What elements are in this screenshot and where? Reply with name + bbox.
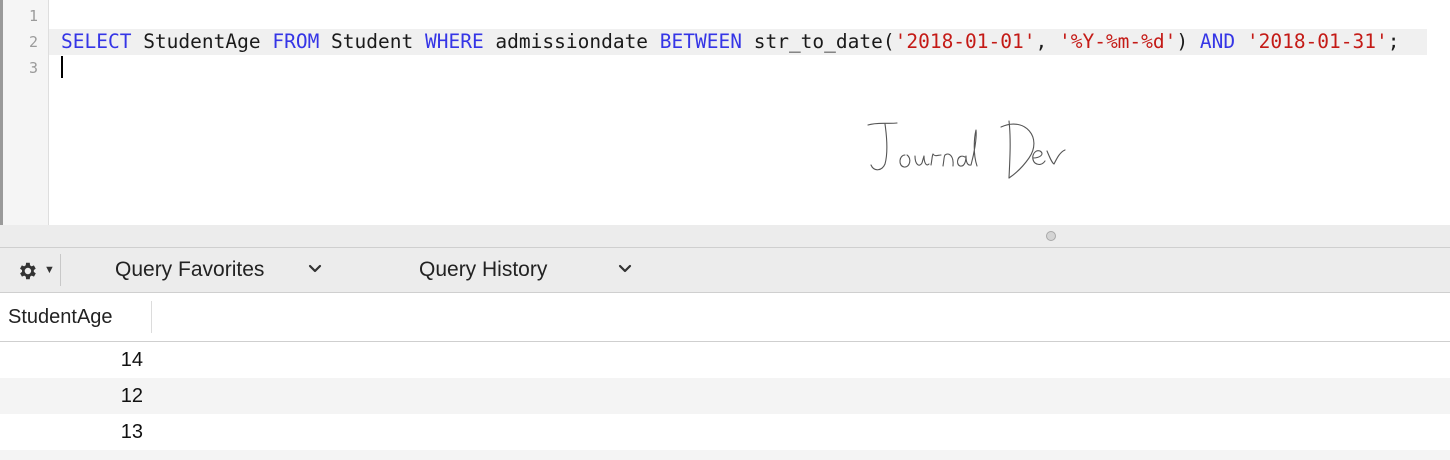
results-toolbar: ▼ Query Favorites Query History bbox=[0, 248, 1450, 293]
gear-menu-button[interactable]: ▼ bbox=[6, 254, 61, 286]
keyword-and: AND bbox=[1199, 30, 1236, 53]
chevron-down-icon[interactable] bbox=[618, 262, 632, 276]
chevron-down-icon[interactable] bbox=[308, 262, 322, 276]
table-cell: 13 bbox=[120, 421, 143, 443]
journaldev-watermark bbox=[865, 118, 1075, 188]
keyword-from: FROM bbox=[272, 30, 320, 53]
string-literal: '%Y-%m-%d' bbox=[1058, 30, 1177, 53]
sql-editor[interactable]: 1 2 3 SELECT StudentAge FROM Student WHE… bbox=[0, 0, 1450, 226]
column-header-studentage[interactable]: StudentAge bbox=[8, 293, 113, 341]
table-row[interactable]: 12 bbox=[0, 378, 1450, 414]
table-cell: 14 bbox=[120, 349, 143, 371]
keyword-select: SELECT bbox=[61, 30, 132, 53]
keyword-between: BETWEEN bbox=[659, 30, 742, 53]
identifier: Student bbox=[319, 30, 425, 53]
identifier: StudentAge bbox=[131, 30, 273, 53]
string-literal: '2018-01-01' bbox=[894, 30, 1036, 53]
splitter-handle[interactable] bbox=[1046, 231, 1056, 241]
punctuation: ) bbox=[1176, 30, 1200, 53]
query-favorites-button[interactable]: Query Favorites bbox=[115, 248, 264, 292]
gear-icon bbox=[20, 262, 36, 280]
caret-down-icon: ▼ bbox=[44, 264, 55, 276]
keyword-where: WHERE bbox=[424, 30, 484, 53]
punctuation: , bbox=[1035, 30, 1059, 53]
text-cursor bbox=[61, 56, 63, 78]
punctuation: ; bbox=[1387, 30, 1400, 53]
line-number: 3 bbox=[28, 59, 38, 77]
line-number-gutter: 1 2 3 bbox=[3, 0, 49, 225]
string-literal: '2018-01-31' bbox=[1246, 30, 1388, 53]
table-row[interactable]: 13 bbox=[0, 414, 1450, 450]
table-cell: 12 bbox=[120, 385, 143, 407]
table-row[interactable]: 14 bbox=[0, 342, 1450, 378]
function-call: str_to_date( bbox=[741, 30, 895, 53]
empty-table-row bbox=[0, 450, 1450, 460]
line-number: 2 bbox=[28, 33, 38, 51]
results-table-header: StudentAge bbox=[0, 293, 1450, 342]
line-number: 1 bbox=[28, 7, 38, 25]
identifier: admissiondate bbox=[483, 30, 660, 53]
query-history-button[interactable]: Query History bbox=[419, 248, 547, 292]
query-text[interactable]: SELECT StudentAge FROM Student WHERE adm… bbox=[61, 29, 1400, 55]
column-divider[interactable] bbox=[151, 301, 152, 333]
pane-splitter[interactable] bbox=[0, 225, 1450, 248]
